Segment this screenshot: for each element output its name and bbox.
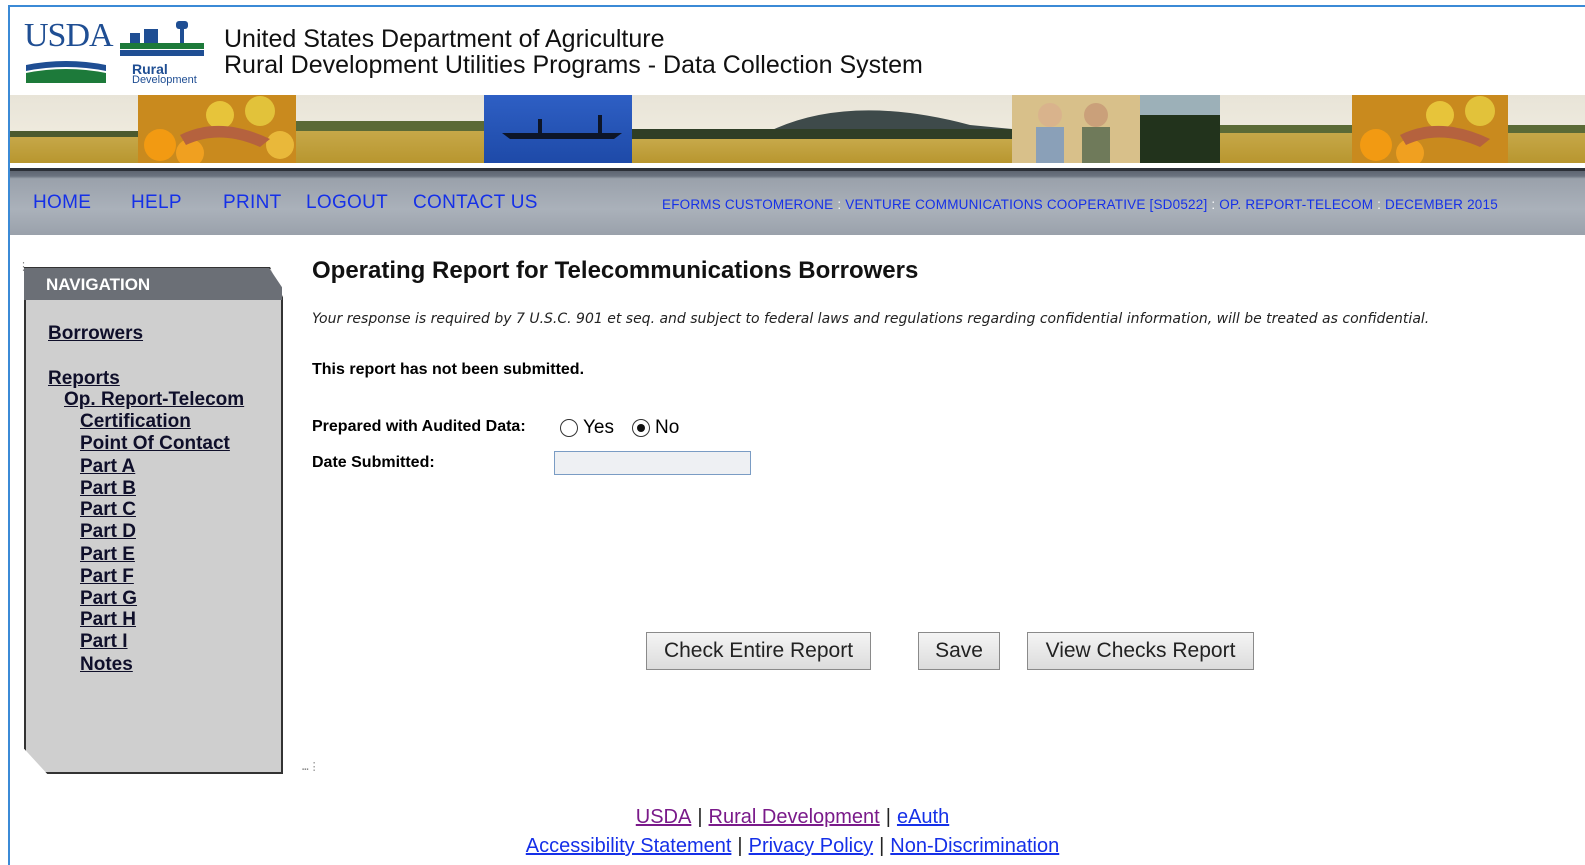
audited-no-label: No (655, 417, 680, 438)
footer-separator: | (885, 806, 891, 828)
context-separator: : (837, 197, 842, 212)
footer-rural-development-link[interactable]: Rural Development (709, 806, 880, 828)
footer-links-secondary: Accessibility Statement | Privacy Policy | N… (0, 835, 1585, 858)
footer-privacy-link[interactable]: Privacy Policy (749, 835, 873, 857)
context-period: DECEMBER 2015 (1385, 197, 1498, 212)
context-separator: : (1211, 197, 1216, 212)
site-header: USDA Rural Development United States Dep… (10, 7, 1585, 95)
footer-accessibility-link[interactable]: Accessibility Statement (526, 835, 732, 857)
session-context: EFORMS CUSTOMERONE : VENTURE COMMUNICATI… (662, 197, 1498, 212)
check-entire-report-button[interactable]: Check Entire Report (646, 632, 871, 670)
sidebar-item-notes[interactable]: Notes (80, 654, 133, 676)
context-borrower: VENTURE COMMUNICATIONS COOPERATIVE [SD05… (845, 197, 1208, 212)
sidebar-item-part-i[interactable]: Part I (80, 631, 128, 653)
sidebar-item-certification[interactable]: Certification (80, 411, 191, 433)
sidebar-item-part-a[interactable]: Part A (80, 456, 135, 478)
save-button[interactable]: Save (918, 632, 1000, 670)
usda-rd-logo: USDA Rural Development (24, 13, 204, 86)
water-tower-icon (120, 21, 204, 56)
nav-logout-link[interactable]: LOGOUT (306, 192, 388, 214)
sidebar-item-point-of-contact[interactable]: Point Of Contact (80, 433, 230, 455)
navigation-panel-header: NAVIGATION (24, 268, 282, 300)
footer-eauth-link[interactable]: eAuth (897, 806, 949, 828)
sidebar-borrowers-link[interactable]: Borrowers (48, 323, 143, 345)
audited-no-option[interactable]: No (632, 417, 679, 439)
photo-banner (10, 95, 1585, 163)
confidentiality-notice: Your response is required by 7 U.S.C. 90… (312, 311, 1430, 327)
nav-help-link[interactable]: HELP (131, 192, 182, 214)
footer-separator: | (737, 835, 743, 857)
audited-data-label: Prepared with Audited Data: (312, 418, 526, 435)
development-label: Development (132, 74, 197, 86)
usda-swoosh-icon (26, 61, 106, 83)
nav-contact-link[interactable]: CONTACT US (413, 192, 538, 214)
page-title: Operating Report for Telecommunications … (312, 257, 919, 284)
view-checks-report-button[interactable]: View Checks Report (1027, 632, 1254, 670)
audited-yes-option[interactable]: Yes (560, 417, 614, 439)
content-resize-grip[interactable]: …⋮ (302, 760, 320, 773)
nav-home-link[interactable]: HOME (33, 192, 91, 214)
sidebar-item-part-c[interactable]: Part C (80, 499, 136, 521)
context-report: OP. REPORT-TELECOM (1219, 197, 1374, 212)
footer-nondiscrimination-link[interactable]: Non-Discrimination (890, 835, 1059, 857)
sidebar-op-report-link[interactable]: Op. Report-Telecom (64, 389, 244, 411)
header-title: United States Department of Agriculture (224, 25, 665, 53)
audited-no-radio[interactable] (632, 419, 650, 437)
sidebar-item-part-g[interactable]: Part G (80, 588, 137, 610)
top-nav-bar: HOME HELP PRINT LOGOUT CONTACT US EFORMS… (10, 168, 1585, 235)
submission-status: This report has not been submitted. (312, 361, 585, 378)
sidebar-item-part-b[interactable]: Part B (80, 478, 136, 500)
sidebar-item-part-e[interactable]: Part E (80, 544, 135, 566)
date-submitted-label: Date Submitted: (312, 454, 435, 471)
footer-separator: | (697, 806, 703, 828)
footer-usda-link[interactable]: USDA (636, 806, 692, 828)
banner-collage-image (10, 95, 1585, 163)
usda-logo-text: USDA (24, 17, 114, 54)
date-submitted-field[interactable] (554, 451, 751, 475)
footer-links-primary: USDA | Rural Development | eAuth (0, 806, 1585, 829)
nav-print-link[interactable]: PRINT (223, 192, 282, 214)
sidebar-reports-link[interactable]: Reports (48, 368, 120, 390)
footer-separator: | (879, 835, 885, 857)
context-user: EFORMS CUSTOMERONE (662, 197, 834, 212)
audited-yes-label: Yes (583, 417, 614, 438)
audited-yes-radio[interactable] (560, 419, 578, 437)
sidebar-item-part-f[interactable]: Part F (80, 566, 134, 588)
navigation-heading: NAVIGATION (46, 275, 151, 294)
header-subtitle: Rural Development Utilities Programs - D… (224, 51, 923, 79)
sidebar-item-part-d[interactable]: Part D (80, 521, 136, 543)
context-separator: : (1377, 197, 1382, 212)
sidebar-item-part-h[interactable]: Part H (80, 609, 136, 631)
